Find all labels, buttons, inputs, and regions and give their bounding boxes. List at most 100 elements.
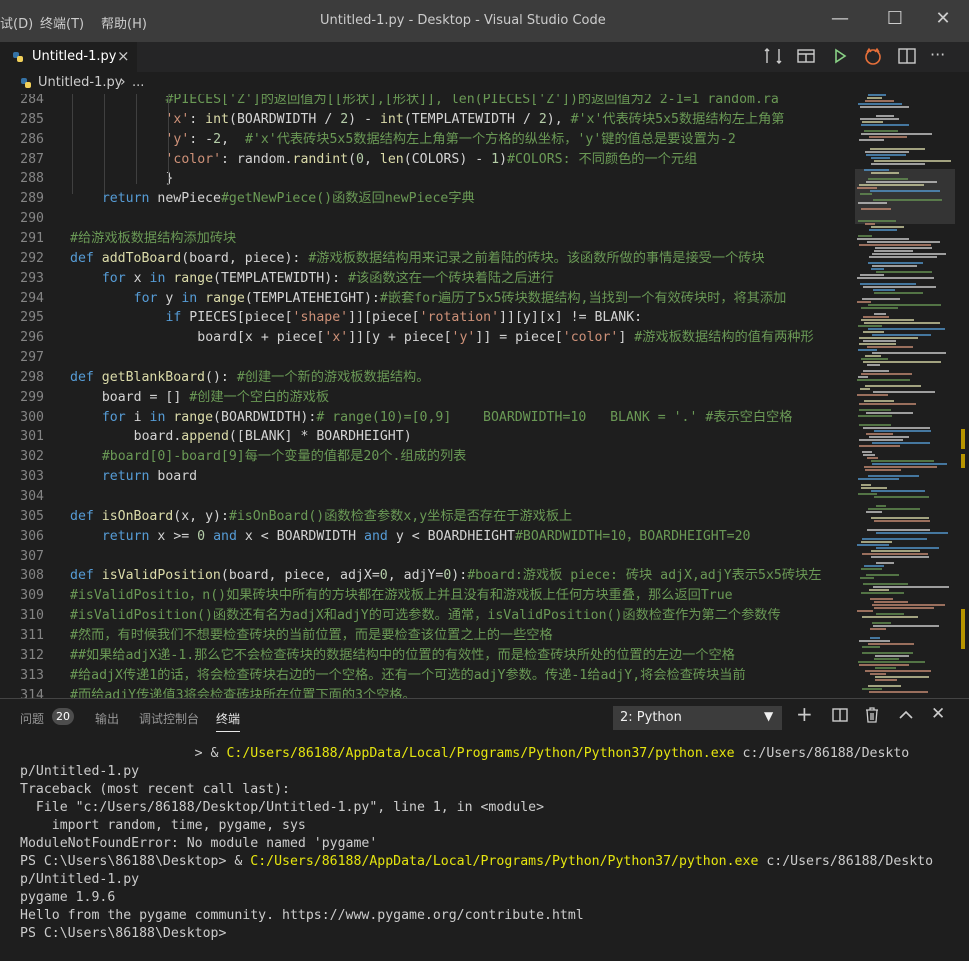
code-line[interactable]: 305 def isOnBoard(x, y):#isOnBoard()函数检查参… (0, 507, 855, 527)
minimap-line (864, 466, 937, 468)
indent-guide (168, 94, 169, 184)
code-line[interactable]: 295 if PIECES[piece['shape']][piece['rot… (0, 308, 855, 328)
minimap-line (866, 574, 899, 576)
minimap-line (876, 271, 932, 273)
minimap[interactable] (855, 94, 955, 698)
split-editor-icon[interactable] (896, 46, 918, 66)
tab-untitled-1[interactable]: Untitled-1.py × (0, 42, 137, 72)
minimap-line (859, 439, 903, 441)
code-text: board[x + piece['x']][y + piece['y']] = … (197, 330, 814, 346)
code-line[interactable]: 304 (0, 487, 855, 507)
minimap-line (866, 181, 937, 183)
code-editor[interactable]: 284 #PIECES['Z']的返回值为[[形状],[形状]], len(PI… (0, 94, 855, 698)
tab-output[interactable]: 输出 (95, 710, 119, 727)
minimap-line (867, 97, 882, 99)
code-text: for i in range(BOARDWIDTH):# range(10)=[… (101, 409, 793, 425)
terminal-output[interactable]: > & C:/Users/86188/AppData/Local/Program… (20, 745, 960, 943)
minimap-line (862, 553, 928, 555)
python-file-icon (13, 52, 23, 62)
minimap-line (866, 412, 913, 414)
minimap-line (876, 547, 939, 549)
code-line[interactable]: 298 def getBlankBoard(): #创建一个新的游戏板数据结构。 (0, 368, 855, 388)
minimap-line (873, 289, 895, 291)
breadcrumb-rest[interactable]: ... (132, 75, 144, 90)
code-line[interactable]: 312 ##如果给adjX递-1.那么它不会检查砖块的数据结构中的位置的有效性，而… (0, 646, 855, 666)
code-line[interactable]: 293 for x in range(TEMPLATEWIDTH): #该函数这… (0, 269, 855, 289)
code-line[interactable]: 307 (0, 547, 855, 567)
terminal-select[interactable]: 2: Python ▼ (613, 706, 782, 730)
code-line[interactable]: 296 board[x + piece['x']][y + piece['y']… (0, 328, 855, 348)
minimap-line (860, 577, 874, 579)
minimap-line (875, 676, 929, 678)
minimap-line (864, 169, 889, 171)
run-icon[interactable] (829, 46, 851, 66)
maximize-button[interactable]: ☐ (880, 8, 910, 29)
split-terminal-icon[interactable] (831, 707, 849, 723)
code-line[interactable]: 302 #board[0]-board[9]每一个变量的值都是20个.组成的列表 (0, 447, 855, 467)
minimize-button[interactable]: — (825, 8, 855, 29)
minimap-line (872, 622, 891, 624)
code-line[interactable]: 309 #isValidPositio，n()如果砖块中所有的方块都在游戏板上并且… (0, 586, 855, 606)
code-line[interactable]: 299 board = [] #创建一个空白的游戏板 (0, 388, 855, 408)
minimap-line (859, 409, 891, 411)
tab-terminal[interactable]: 终端 (216, 710, 241, 732)
minimap-line (874, 250, 913, 252)
code-line[interactable]: 292 def addToBoard(board, piece): #游戏板数据结… (0, 249, 855, 269)
code-line[interactable]: 294 for y in range(TEMPLATEHEIGHT):#嵌套fo… (0, 289, 855, 309)
code-line[interactable]: 311 #然而，有时候我们不想要检查砖块的当前位置，而是要检查该位置之上的一些空格 (0, 626, 855, 646)
more-actions-icon[interactable]: ··· (930, 46, 952, 66)
menu-help[interactable]: 帮助(H) (101, 13, 147, 32)
code-line[interactable]: 291 #给游戏板数据结构添加砖块 (0, 229, 855, 249)
breadcrumb-file[interactable]: Untitled-1.py (38, 75, 122, 90)
code-line[interactable]: 287 'color': random.randint(0, len(COLOR… (0, 150, 855, 170)
trash-icon[interactable] (864, 706, 880, 724)
code-line[interactable]: 288 } (0, 169, 855, 189)
minimap-line (870, 637, 880, 639)
code-line[interactable]: 297 (0, 348, 855, 368)
code-line[interactable]: 303 return board (0, 467, 855, 487)
maximize-panel-icon[interactable] (897, 707, 915, 723)
code-line[interactable]: 306 return x >= 0 and x < BOARDWIDTH and… (0, 527, 855, 547)
minimap-line (865, 385, 921, 387)
code-line[interactable]: 313 #给adjX传递1的话，将会检查砖块右边的一个空格。还有一个可选的adjY… (0, 666, 855, 686)
minimap-line (871, 550, 920, 552)
minimap-line (862, 451, 872, 453)
vertical-scrollbar[interactable] (955, 94, 969, 698)
minimap-line (865, 670, 931, 672)
line-number: 305 (20, 508, 44, 524)
minimap-line (874, 520, 930, 522)
menu-debug[interactable]: 试(D) (0, 13, 33, 32)
new-terminal-icon[interactable]: + (796, 702, 813, 726)
menu-terminal[interactable]: 终端(T) (40, 13, 84, 32)
minimap-line (865, 223, 875, 225)
tab-problems[interactable]: 问题 (20, 710, 44, 727)
code-line[interactable]: 284 #PIECES['Z']的返回值为[[形状],[形状]], len(PI… (0, 94, 855, 110)
tab-debug-console[interactable]: 调试控制台 (139, 710, 199, 727)
minimap-line (868, 475, 919, 477)
open-preview-icon[interactable] (795, 46, 817, 66)
indent-guide (72, 94, 73, 194)
code-line[interactable]: 300 for i in range(BOARDWIDTH):# range(1… (0, 408, 855, 428)
debug-cat-icon[interactable] (862, 46, 884, 66)
code-line[interactable]: 289 return newPiece#getNewPiece()函数返回new… (0, 189, 855, 209)
tab-close-icon[interactable]: × (117, 47, 130, 65)
minimap-line (859, 337, 918, 339)
compare-icon[interactable] (762, 46, 784, 66)
minimap-line (860, 193, 872, 195)
close-panel-icon[interactable]: ✕ (931, 704, 945, 724)
minimap-line (859, 424, 891, 426)
close-window-button[interactable]: ✕ (928, 8, 958, 29)
minimap-line (876, 562, 894, 564)
code-line[interactable]: 285 'x': int(BOARDWIDTH / 2) - int(TEMPL… (0, 110, 855, 130)
code-line[interactable]: 301 board.append([BLANK] * BOARDHEIGHT) (0, 427, 855, 447)
code-line[interactable]: 286 'y': -2, #'x'代表砖块5x5数据结构左上角第一个方格的纵坐标… (0, 130, 855, 150)
code-line[interactable]: 310 #isValidPosition()函数还有名为adjX和adjY的可选参… (0, 606, 855, 626)
code-text: def isOnBoard(x, y):#isOnBoard()函数检查参数x,… (70, 508, 573, 524)
code-line[interactable]: 308 def isValidPosition(board, piece, adj… (0, 566, 855, 586)
minimap-line (872, 265, 917, 267)
code-line[interactable]: 290 (0, 209, 855, 229)
minimap-line (864, 565, 884, 567)
line-number: 309 (20, 588, 44, 604)
line-number: 300 (20, 409, 44, 425)
code-line[interactable]: 314 #而给adjY传递值3将会检查砖块所在位置下面的3个空格。 (0, 686, 855, 699)
